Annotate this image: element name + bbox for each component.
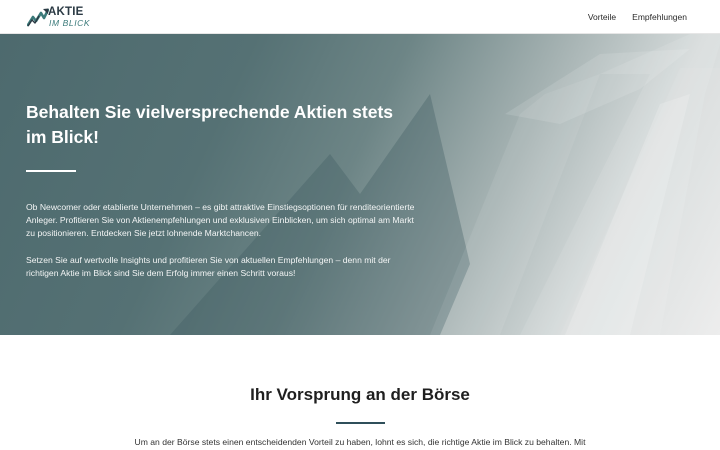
logo-line-1: AKTIE xyxy=(48,6,84,18)
hero-divider xyxy=(26,170,76,172)
section-intro-text: Um an der Börse stets einen entscheidend… xyxy=(134,437,586,447)
chart-arrow-logo-icon xyxy=(27,8,49,27)
hero-title: Behalten Sie vielversprechende Aktien st… xyxy=(26,102,394,147)
hero-paragraph-1: Ob Newcomer oder etablierte Unternehmen … xyxy=(26,202,415,239)
hero-section: Behalten Sie vielversprechende Aktien st… xyxy=(0,34,720,335)
section-title: Ihr Vorsprung an der Börse xyxy=(250,385,470,404)
nav-link-empfehlungen[interactable]: Empfehlungen xyxy=(632,12,687,22)
site-logo[interactable]: AKTIE IM BLICK xyxy=(27,5,97,29)
logo-line-2: IM BLICK xyxy=(49,18,91,28)
nav-link-vorteile[interactable]: Vorteile xyxy=(588,12,616,22)
main-nav: Vorteile Empfehlungen xyxy=(572,0,687,34)
hero-paragraph-2: Setzen Sie auf wertvolle Insights und pr… xyxy=(26,254,391,278)
section-divider xyxy=(336,422,385,424)
hero-content: Behalten Sie vielversprechende Aktien st… xyxy=(26,100,416,280)
logo-wordmark: AKTIE IM BLICK xyxy=(48,6,90,28)
site-header: AKTIE IM BLICK Vorteile Empfehlungen xyxy=(0,0,720,34)
advantage-section: Ihr Vorsprung an der Börse Um an der Bör… xyxy=(0,335,720,450)
